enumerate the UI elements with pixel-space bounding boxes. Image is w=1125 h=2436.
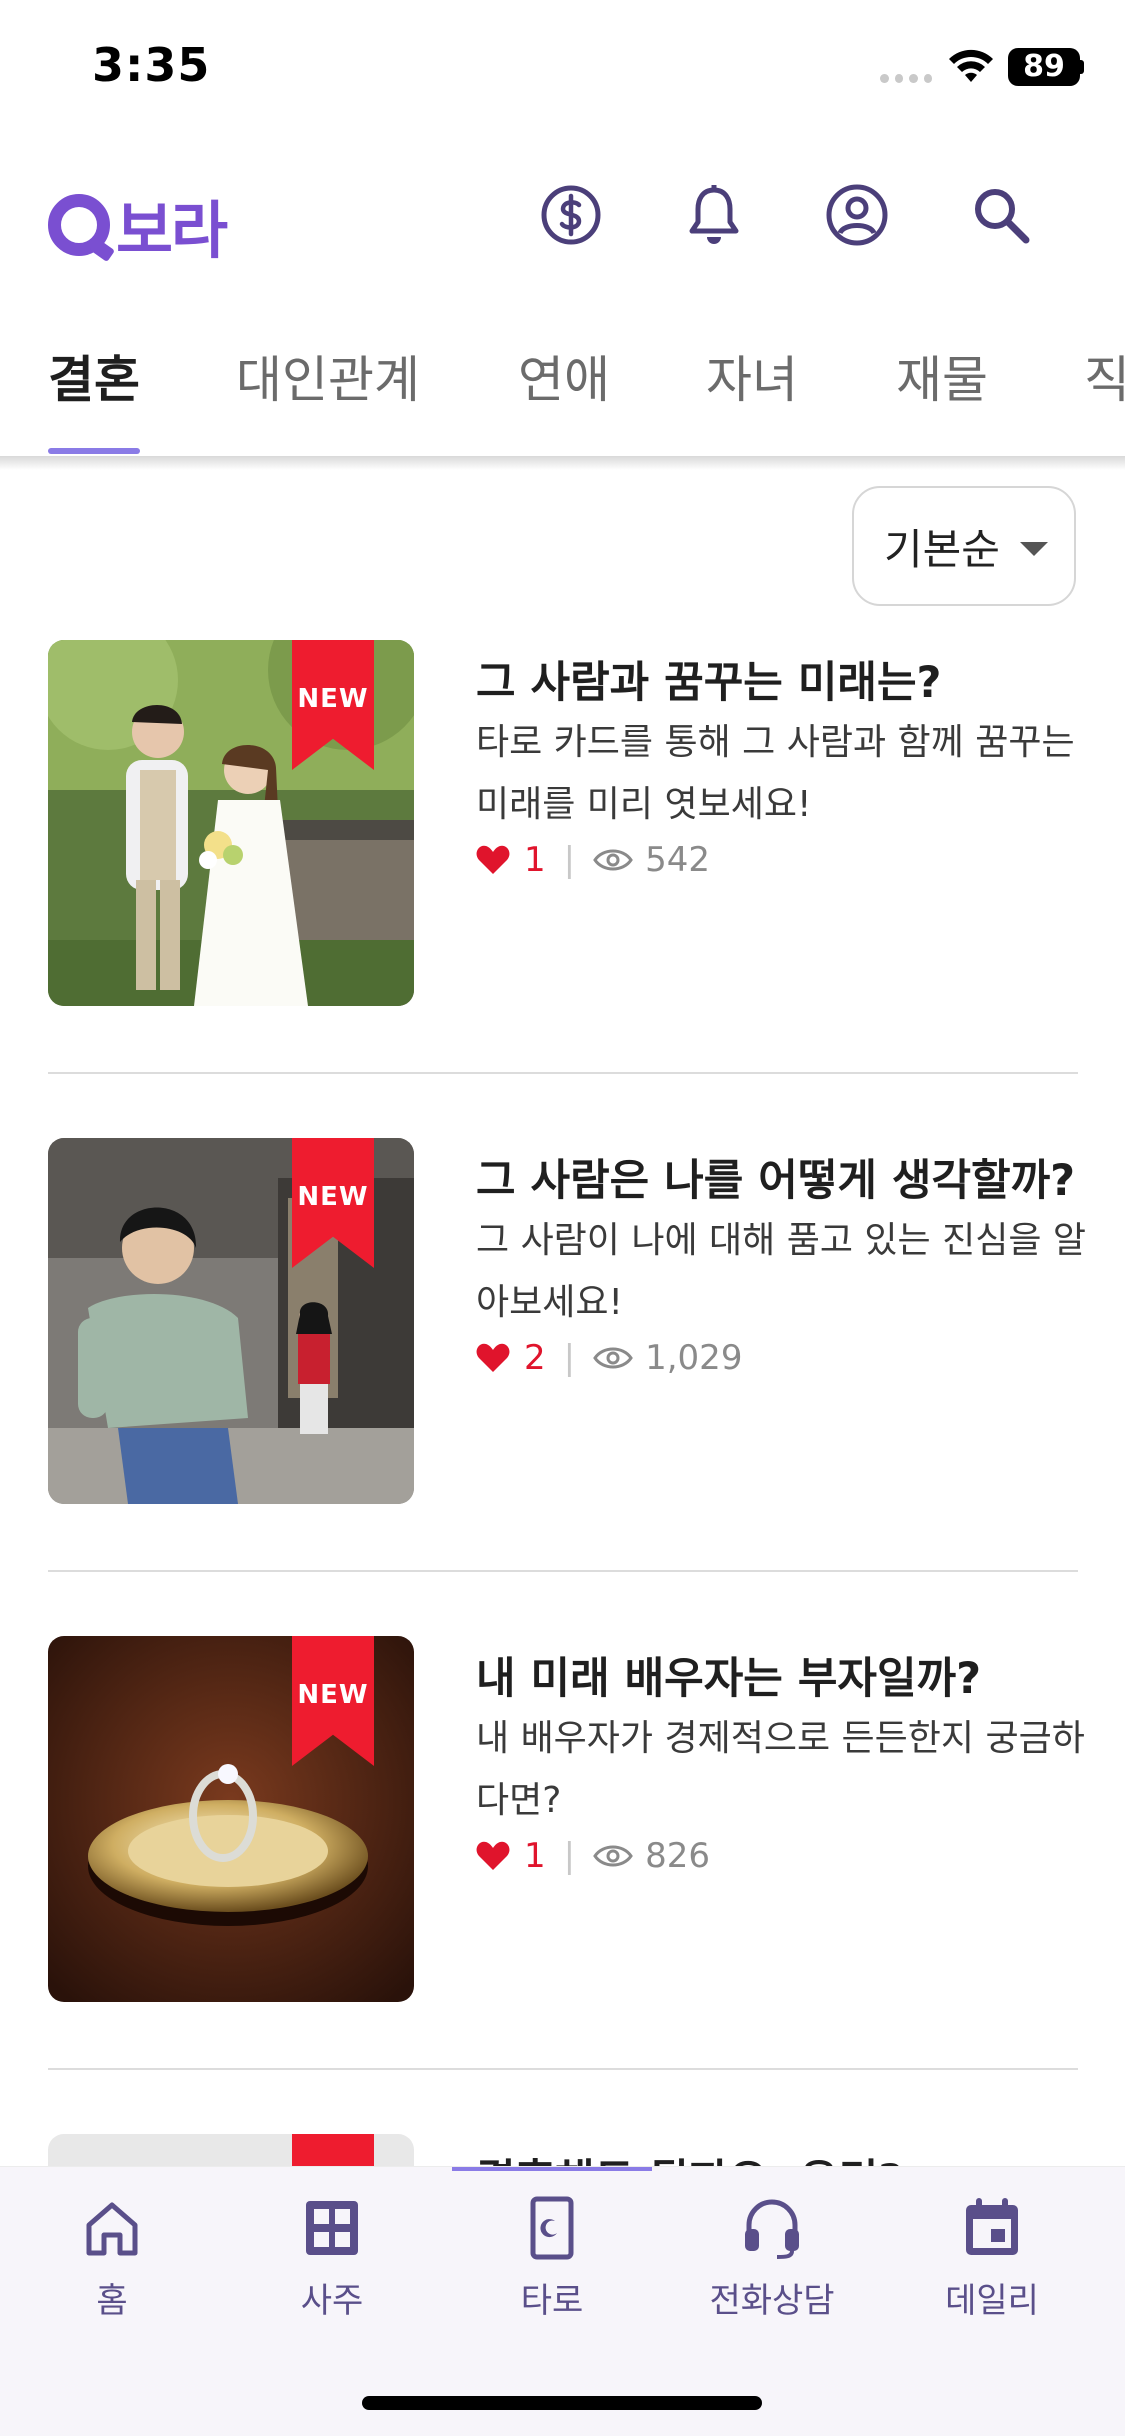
list-item[interactable]: NEW 내 미래 배우자는 부자일까? 내 배우자가 경제적으로 든든한지 궁금… [48,1636,1085,2002]
nav-daily[interactable]: 데일리 [912,2195,1072,2322]
like-count: 2 [524,1338,546,1378]
item-stats: 1 | 826 [476,1836,710,1876]
list-item[interactable]: NEW 그 사람은 나를 어떻게 생각할까? 그 사람이 나에 대해 품고 있는… [48,1138,1086,1504]
nav-tarot-label: 타로 [520,2281,584,2321]
view-count: 542 [645,840,711,880]
view-count: 1,029 [645,1338,743,1378]
status-bar: 3:35 89 [0,0,1125,140]
meta-separator: | [563,1338,576,1378]
item-stats: 1 | 542 [476,840,710,880]
list-divider [48,1072,1078,1074]
list-divider [48,2068,1078,2070]
header-shadow [0,456,1125,470]
coin-icon[interactable] [538,182,604,248]
item-stats: 2 | 1,029 [476,1338,742,1378]
nav-home-label: 홈 [96,2281,128,2321]
view-count: 826 [645,1836,711,1876]
home-indicator [362,2396,762,2410]
category-tabs: 결혼 대인관계 연애 자녀 재물 직 [0,320,1125,458]
nav-tarot[interactable]: 타로 [472,2195,632,2322]
profile-icon[interactable] [824,182,890,248]
eye-icon [593,1347,633,1369]
battery-cap [1079,60,1084,74]
tarot-card-icon [530,2196,574,2260]
cellular-signal-icon [880,74,932,84]
status-time: 3:35 [92,38,211,92]
item-description: 타로 카드를 통해 그 사람과 함께 꿈꾸는 미래를 미리 엿보세요! [476,722,1075,825]
nav-daily-label: 데일리 [945,2281,1039,2321]
caret-down-icon [1020,542,1048,556]
tab-dating[interactable]: 연애 [518,340,610,412]
list-divider [48,1570,1078,1572]
logo-text: 보라 [116,194,228,267]
meta-separator: | [563,1836,576,1876]
heart-icon [476,845,510,874]
like-count: 1 [524,840,546,880]
nav-home[interactable]: 홈 [32,2195,192,2322]
calendar-icon [966,2198,1018,2255]
app-header: 보라 [0,160,1125,270]
battery-icon: 89 [1008,48,1080,86]
heart-icon [476,1841,510,1870]
item-title: 그 사람은 나를 어떻게 생각할까? [476,1156,1076,1206]
nav-saju-label: 사주 [300,2281,364,2321]
item-title: 내 미래 배우자는 부자일까? [476,1654,982,1704]
sort-label: 기본순 [884,524,1000,574]
headset-icon [745,2199,799,2259]
like-count: 1 [524,1836,546,1876]
logo-mark-icon [48,194,110,256]
sort-dropdown[interactable]: 기본순 [852,486,1076,606]
tab-relationships[interactable]: 대인관계 [236,340,420,412]
home-icon [86,2202,138,2256]
app-logo[interactable]: 보라 [48,180,228,270]
list-item[interactable]: NEW 그 사람과 꿈꾸는 미래는? 타로 카드를 통해 그 사람과 함께 꿈꾸… [48,640,1078,1006]
tab-children[interactable]: 자녀 [706,340,798,412]
eye-icon [593,849,633,871]
nav-phone-consult-label: 전화상담 [709,2281,835,2321]
search-icon[interactable] [968,182,1034,248]
bell-icon[interactable] [681,182,747,248]
tab-wealth[interactable]: 재물 [896,340,988,412]
tab-active-indicator [48,448,140,454]
tab-career[interactable]: 직 [1084,340,1125,412]
grid-icon [306,2201,358,2255]
tab-marriage[interactable]: 결혼 [48,340,140,412]
nav-active-indicator [452,2167,652,2171]
meta-separator: | [563,840,576,880]
nav-phone-consult[interactable]: 전화상담 [692,2195,852,2322]
item-title: 그 사람과 꿈꾸는 미래는? [476,658,942,708]
eye-icon [593,1845,633,1867]
wifi-icon [949,49,993,82]
item-description: 내 배우자가 경제적으로 든든한지 궁금하다면? [476,1718,1085,1821]
item-description: 그 사람이 나에 대해 품고 있는 진심을 알아보세요! [476,1220,1087,1323]
nav-saju[interactable]: 사주 [252,2195,412,2322]
heart-icon [476,1343,510,1372]
